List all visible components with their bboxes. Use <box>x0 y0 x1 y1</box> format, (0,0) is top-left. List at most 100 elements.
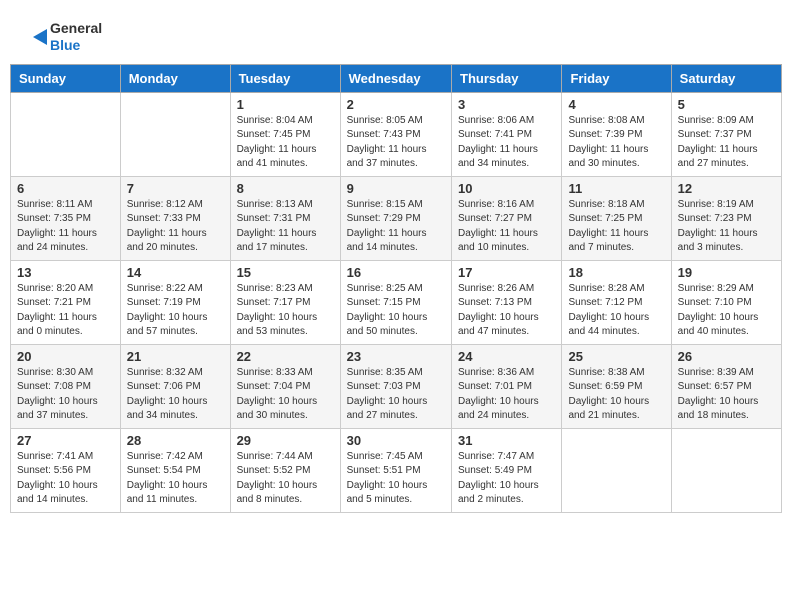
sunrise-text: Sunrise: 8:19 AM <box>678 199 754 210</box>
day-info: Sunrise: 8:39 AM Sunset: 6:57 PM Dayligh… <box>678 366 775 424</box>
day-info: Sunrise: 7:42 AM Sunset: 5:54 PM Dayligh… <box>127 450 224 508</box>
column-header-monday: Monday <box>120 64 230 92</box>
column-header-thursday: Thursday <box>452 64 562 92</box>
daylight-text: Daylight: 10 hours and 14 minutes. <box>17 480 98 506</box>
daylight-text: Daylight: 10 hours and 57 minutes. <box>127 312 208 338</box>
sunset-text: Sunset: 7:37 PM <box>678 129 752 140</box>
sunset-text: Sunset: 7:39 PM <box>568 129 642 140</box>
day-info: Sunrise: 8:20 AM Sunset: 7:21 PM Dayligh… <box>17 282 114 340</box>
calendar-week-3: 13 Sunrise: 8:20 AM Sunset: 7:21 PM Dayl… <box>11 260 782 344</box>
calendar-cell: 6 Sunrise: 8:11 AM Sunset: 7:35 PM Dayli… <box>11 176 121 260</box>
day-number: 11 <box>568 181 664 196</box>
daylight-text: Daylight: 10 hours and 50 minutes. <box>347 312 428 338</box>
sunrise-text: Sunrise: 8:06 AM <box>458 115 534 126</box>
day-info: Sunrise: 7:41 AM Sunset: 5:56 PM Dayligh… <box>17 450 114 508</box>
day-info: Sunrise: 8:33 AM Sunset: 7:04 PM Dayligh… <box>237 366 334 424</box>
calendar-cell: 16 Sunrise: 8:25 AM Sunset: 7:15 PM Dayl… <box>340 260 451 344</box>
calendar-cell: 5 Sunrise: 8:09 AM Sunset: 7:37 PM Dayli… <box>671 92 781 176</box>
daylight-text: Daylight: 11 hours and 14 minutes. <box>347 228 427 254</box>
day-number: 30 <box>347 433 445 448</box>
calendar-cell: 11 Sunrise: 8:18 AM Sunset: 7:25 PM Dayl… <box>562 176 671 260</box>
day-number: 12 <box>678 181 775 196</box>
sunrise-text: Sunrise: 8:09 AM <box>678 115 754 126</box>
daylight-text: Daylight: 10 hours and 37 minutes. <box>17 396 98 422</box>
calendar-week-4: 20 Sunrise: 8:30 AM Sunset: 7:08 PM Dayl… <box>11 344 782 428</box>
sunrise-text: Sunrise: 7:47 AM <box>458 451 534 462</box>
sunrise-text: Sunrise: 8:26 AM <box>458 283 534 294</box>
sunset-text: Sunset: 7:45 PM <box>237 129 311 140</box>
sunset-text: Sunset: 7:12 PM <box>568 297 642 308</box>
sunset-text: Sunset: 7:17 PM <box>237 297 311 308</box>
day-number: 27 <box>17 433 114 448</box>
calendar-week-1: 1 Sunrise: 8:04 AM Sunset: 7:45 PM Dayli… <box>11 92 782 176</box>
daylight-text: Daylight: 11 hours and 0 minutes. <box>17 312 97 338</box>
calendar-cell: 22 Sunrise: 8:33 AM Sunset: 7:04 PM Dayl… <box>230 344 340 428</box>
day-info: Sunrise: 8:28 AM Sunset: 7:12 PM Dayligh… <box>568 282 664 340</box>
daylight-text: Daylight: 11 hours and 7 minutes. <box>568 228 648 254</box>
calendar-cell: 4 Sunrise: 8:08 AM Sunset: 7:39 PM Dayli… <box>562 92 671 176</box>
logo-line1: General <box>50 20 102 37</box>
sunrise-text: Sunrise: 8:23 AM <box>237 283 313 294</box>
calendar-cell: 20 Sunrise: 8:30 AM Sunset: 7:08 PM Dayl… <box>11 344 121 428</box>
sunset-text: Sunset: 7:04 PM <box>237 381 311 392</box>
sunset-text: Sunset: 7:35 PM <box>17 213 91 224</box>
day-number: 20 <box>17 349 114 364</box>
day-info: Sunrise: 8:25 AM Sunset: 7:15 PM Dayligh… <box>347 282 445 340</box>
sunset-text: Sunset: 7:29 PM <box>347 213 421 224</box>
sunrise-text: Sunrise: 8:20 AM <box>17 283 93 294</box>
day-info: Sunrise: 8:18 AM Sunset: 7:25 PM Dayligh… <box>568 198 664 256</box>
day-info: Sunrise: 8:15 AM Sunset: 7:29 PM Dayligh… <box>347 198 445 256</box>
calendar-cell: 12 Sunrise: 8:19 AM Sunset: 7:23 PM Dayl… <box>671 176 781 260</box>
calendar-cell: 19 Sunrise: 8:29 AM Sunset: 7:10 PM Dayl… <box>671 260 781 344</box>
daylight-text: Daylight: 10 hours and 47 minutes. <box>458 312 539 338</box>
day-number: 7 <box>127 181 224 196</box>
daylight-text: Daylight: 11 hours and 24 minutes. <box>17 228 97 254</box>
sunrise-text: Sunrise: 7:44 AM <box>237 451 313 462</box>
calendar-cell: 8 Sunrise: 8:13 AM Sunset: 7:31 PM Dayli… <box>230 176 340 260</box>
sunrise-text: Sunrise: 8:35 AM <box>347 367 423 378</box>
sunset-text: Sunset: 7:25 PM <box>568 213 642 224</box>
day-info: Sunrise: 8:13 AM Sunset: 7:31 PM Dayligh… <box>237 198 334 256</box>
day-number: 1 <box>237 97 334 112</box>
calendar-cell <box>671 428 781 512</box>
logo-container: General Blue <box>25 20 102 54</box>
day-number: 8 <box>237 181 334 196</box>
daylight-text: Daylight: 11 hours and 30 minutes. <box>568 144 648 170</box>
sunset-text: Sunset: 5:54 PM <box>127 465 201 476</box>
sunset-text: Sunset: 7:43 PM <box>347 129 421 140</box>
daylight-text: Daylight: 10 hours and 24 minutes. <box>458 396 539 422</box>
sunrise-text: Sunrise: 8:32 AM <box>127 367 203 378</box>
day-number: 6 <box>17 181 114 196</box>
sunset-text: Sunset: 7:08 PM <box>17 381 91 392</box>
column-header-tuesday: Tuesday <box>230 64 340 92</box>
sunrise-text: Sunrise: 8:05 AM <box>347 115 423 126</box>
column-header-sunday: Sunday <box>11 64 121 92</box>
column-header-wednesday: Wednesday <box>340 64 451 92</box>
daylight-text: Daylight: 10 hours and 5 minutes. <box>347 480 428 506</box>
daylight-text: Daylight: 10 hours and 11 minutes. <box>127 480 208 506</box>
sunrise-text: Sunrise: 8:11 AM <box>17 199 92 210</box>
logo: General Blue <box>25 20 102 54</box>
calendar-cell: 2 Sunrise: 8:05 AM Sunset: 7:43 PM Dayli… <box>340 92 451 176</box>
calendar-cell: 23 Sunrise: 8:35 AM Sunset: 7:03 PM Dayl… <box>340 344 451 428</box>
calendar-cell: 27 Sunrise: 7:41 AM Sunset: 5:56 PM Dayl… <box>11 428 121 512</box>
sunrise-text: Sunrise: 8:12 AM <box>127 199 203 210</box>
day-info: Sunrise: 8:16 AM Sunset: 7:27 PM Dayligh… <box>458 198 555 256</box>
day-info: Sunrise: 8:23 AM Sunset: 7:17 PM Dayligh… <box>237 282 334 340</box>
sunset-text: Sunset: 7:41 PM <box>458 129 532 140</box>
daylight-text: Daylight: 10 hours and 2 minutes. <box>458 480 539 506</box>
calendar-cell: 26 Sunrise: 8:39 AM Sunset: 6:57 PM Dayl… <box>671 344 781 428</box>
sunrise-text: Sunrise: 8:30 AM <box>17 367 93 378</box>
calendar-cell <box>120 92 230 176</box>
logo-line2: Blue <box>50 37 102 54</box>
daylight-text: Daylight: 11 hours and 34 minutes. <box>458 144 538 170</box>
day-info: Sunrise: 8:29 AM Sunset: 7:10 PM Dayligh… <box>678 282 775 340</box>
daylight-text: Daylight: 11 hours and 20 minutes. <box>127 228 207 254</box>
day-number: 15 <box>237 265 334 280</box>
day-info: Sunrise: 8:38 AM Sunset: 6:59 PM Dayligh… <box>568 366 664 424</box>
day-number: 19 <box>678 265 775 280</box>
sunrise-text: Sunrise: 7:41 AM <box>17 451 93 462</box>
day-number: 21 <box>127 349 224 364</box>
calendar-header-row: SundayMondayTuesdayWednesdayThursdayFrid… <box>11 64 782 92</box>
sunset-text: Sunset: 7:10 PM <box>678 297 752 308</box>
